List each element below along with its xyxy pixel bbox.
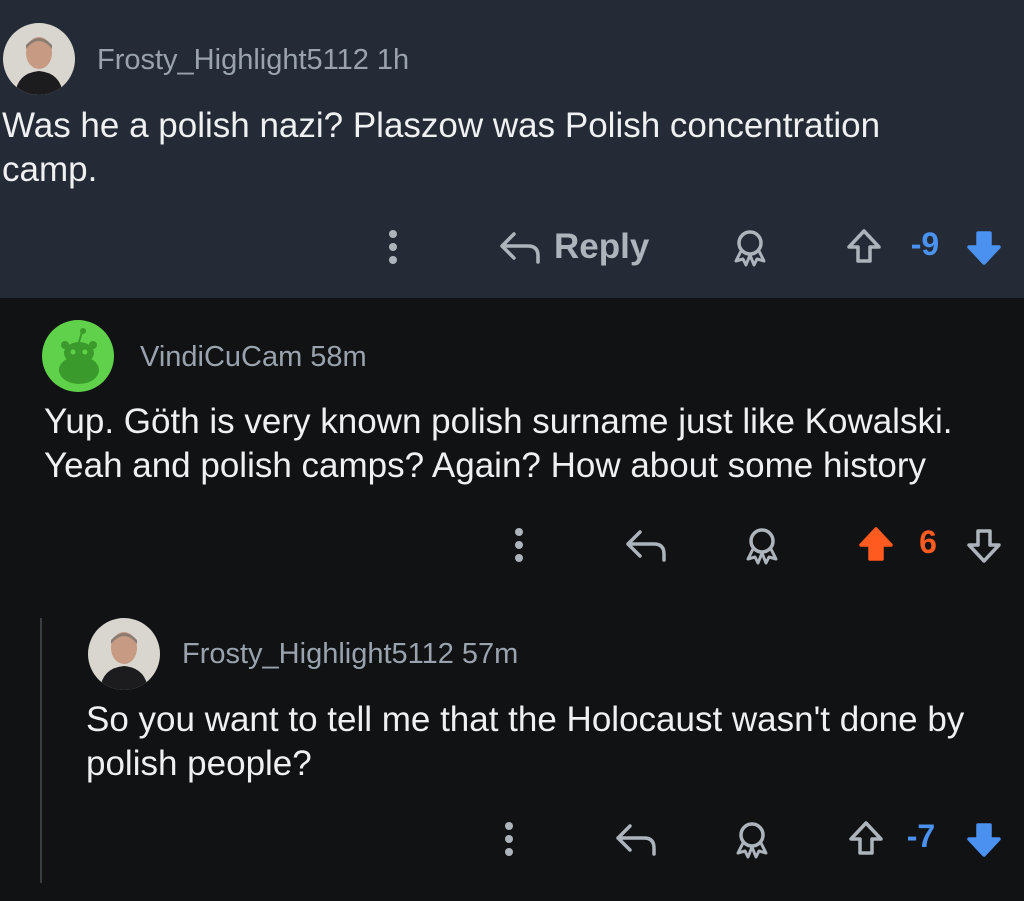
award-icon[interactable] <box>728 222 772 272</box>
timestamp: 58m <box>310 341 367 373</box>
comment-actions: 6 <box>500 520 1020 570</box>
avatar[interactable] <box>88 618 160 690</box>
award-icon[interactable] <box>730 814 774 864</box>
username[interactable]: VindiCuCam <box>140 341 302 373</box>
comment-3: Frosty_Highlight5112 57m So you want to t… <box>0 598 1024 901</box>
avatar[interactable] <box>3 23 75 95</box>
comment-actions: -7 <box>490 814 1010 864</box>
award-icon[interactable] <box>740 520 784 570</box>
vote-score: 6 <box>919 524 937 560</box>
more-options-icon[interactable] <box>504 520 534 570</box>
comment-actions: Reply -9 <box>370 222 1020 272</box>
more-options-icon[interactable] <box>378 222 408 272</box>
timestamp: 57m <box>461 638 519 670</box>
upvote-arrow-icon[interactable] <box>844 814 888 864</box>
comment-text: Yup. Göth is very known polish surname j… <box>44 402 953 485</box>
reply-label: Reply <box>554 227 650 266</box>
more-options-icon[interactable] <box>494 814 524 864</box>
comment-2: VindiCuCam 58m Yup. Göth is very known po… <box>0 298 1024 598</box>
comment-meta: VindiCuCam 58m <box>140 341 367 374</box>
thread-line[interactable] <box>40 618 42 883</box>
comment-text: So you want to tell me that the Holocaus… <box>86 700 965 783</box>
username[interactable]: Frosty_Highlight5112 <box>97 44 369 76</box>
downvote-arrow-icon[interactable] <box>962 520 1006 570</box>
upvote-arrow-icon[interactable] <box>854 520 898 570</box>
comment-meta: Frosty_Highlight5112 57m <box>182 638 518 671</box>
timestamp: 1h <box>376 44 410 76</box>
reply-arrow-icon <box>498 230 542 264</box>
downvote-arrow-icon[interactable] <box>962 222 1006 272</box>
downvote-arrow-icon[interactable] <box>962 814 1006 864</box>
reply-arrow-icon[interactable] <box>622 520 670 570</box>
comment-1: Frosty_Highlight5112 1h Was he a polish n… <box>0 0 1024 298</box>
comment-text: Was he a polish nazi? Plaszow was Polish… <box>2 106 881 189</box>
comment-meta: Frosty_Highlight5112 1h <box>97 44 409 77</box>
vote-score: -7 <box>906 818 936 854</box>
reply-button[interactable]: Reply <box>498 222 649 272</box>
vote-score: -9 <box>910 226 940 262</box>
reply-arrow-icon[interactable] <box>612 814 660 864</box>
upvote-arrow-icon[interactable] <box>842 222 886 272</box>
username[interactable]: Frosty_Highlight5112 <box>182 638 454 670</box>
avatar[interactable] <box>42 320 114 392</box>
